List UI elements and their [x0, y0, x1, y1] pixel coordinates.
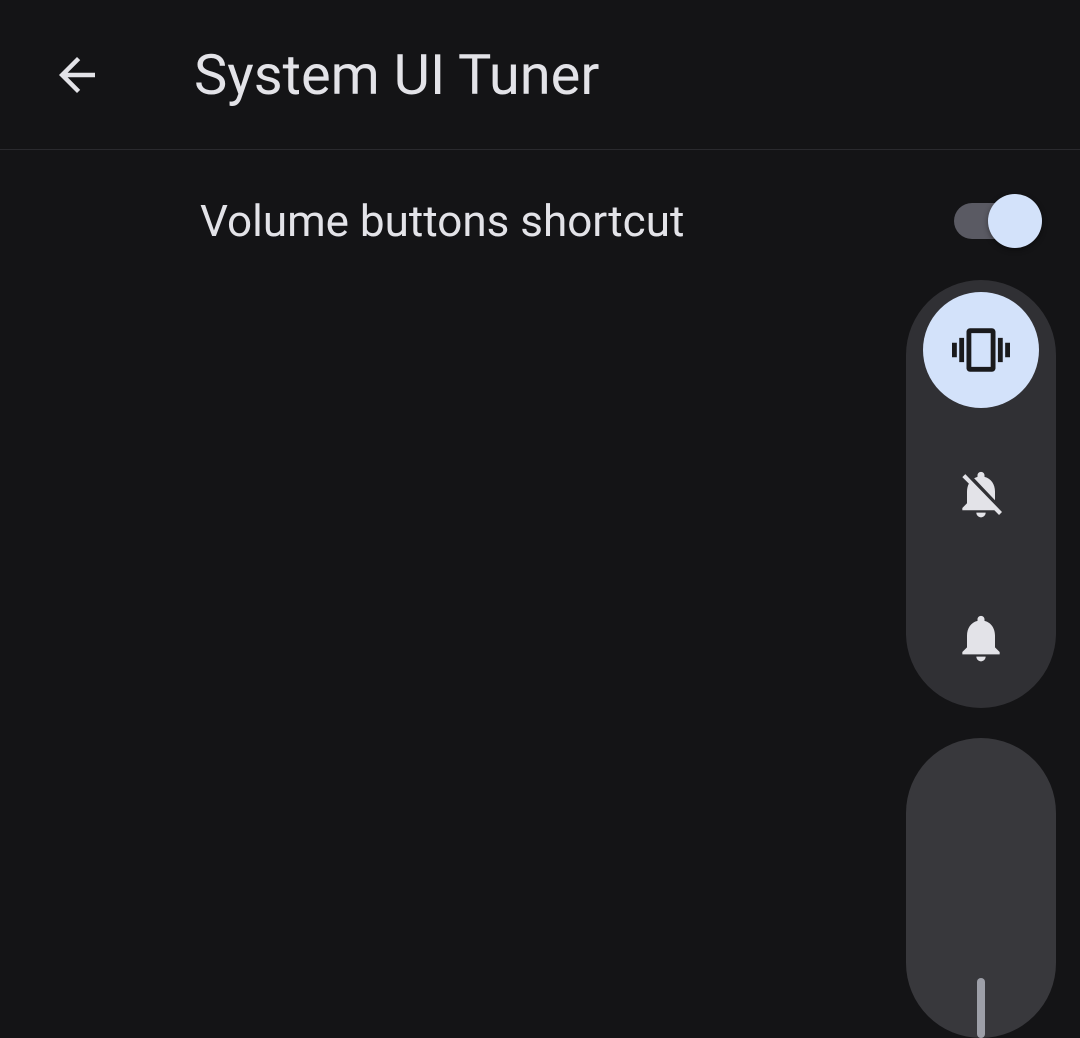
setting-label: Volume buttons shortcut	[200, 195, 684, 247]
page-title: System UI Tuner	[194, 42, 599, 108]
bell-icon	[953, 610, 1009, 666]
setting-volume-shortcut[interactable]: Volume buttons shortcut	[200, 195, 880, 247]
mute-mode-button[interactable]	[923, 436, 1039, 552]
ring-mode-button[interactable]	[923, 580, 1039, 696]
toggle-thumb	[988, 194, 1042, 248]
vibrate-icon	[952, 321, 1010, 379]
back-button[interactable]	[50, 48, 104, 102]
ringer-mode-pill	[906, 280, 1056, 708]
arrow-left-icon	[50, 48, 104, 102]
header: System UI Tuner	[0, 0, 1080, 150]
slider-track	[977, 978, 985, 1038]
bell-off-icon	[953, 466, 1009, 522]
vibrate-mode-button[interactable]	[923, 292, 1039, 408]
volume-panel	[906, 280, 1056, 1038]
volume-slider[interactable]	[906, 738, 1056, 1038]
volume-shortcut-toggle[interactable]	[954, 203, 1040, 239]
content: Volume buttons shortcut	[0, 150, 1080, 247]
